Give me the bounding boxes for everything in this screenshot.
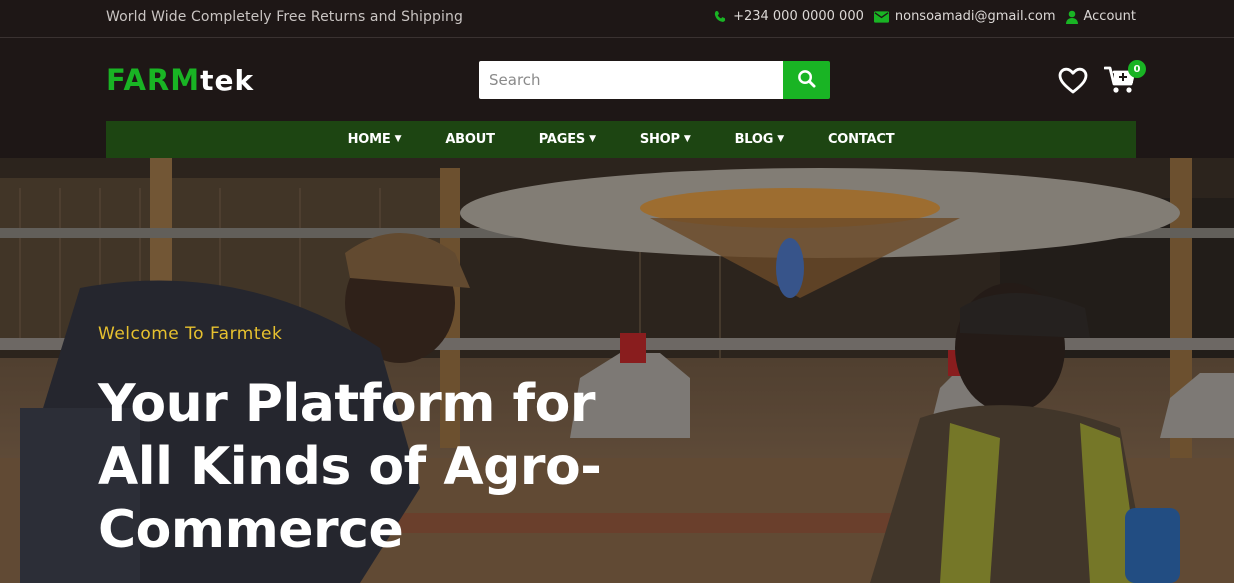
account-link[interactable]: Account [1065,9,1137,24]
nav-item-label: SHOP [639,132,680,147]
hero-banner: Welcome To Farmtek Your Platform for All… [0,158,1234,583]
chevron-down-icon: ▼ [777,134,784,144]
nav-item-label: ABOUT [445,132,495,147]
main-nav: HOME ▼ ABOUT PAGES ▼ SHOP ▼ BLOG ▼ CONTACT [106,121,1136,158]
nav-item-label: BLOG [734,132,774,147]
search-input[interactable] [479,61,783,99]
nav-item-blog[interactable]: BLOG ▼ [713,121,806,158]
phone-contact[interactable]: +234 000 0000 000 [713,9,864,24]
nav-item-contact[interactable]: CONTACT [806,121,916,158]
cart-button[interactable]: 0 [1103,60,1146,99]
top-bar: World Wide Completely Free Returns and S… [0,0,1234,38]
hero-headline: Your Platform for All Kinds of Agro-Comm… [98,374,602,560]
shipping-promo-text: World Wide Completely Free Returns and S… [106,9,463,25]
chevron-down-icon: ▼ [683,134,691,144]
nav-item-about[interactable]: ABOUT [423,121,516,158]
nav-item-home[interactable]: HOME ▼ [326,121,424,158]
chevron-down-icon: ▼ [394,134,402,144]
hero-welcome-text: Welcome To Farmtek [98,324,283,344]
nav-item-label: PAGES [538,132,586,147]
email-address: nonsoamadi@gmail.com [894,9,1056,24]
main-header: FARMtek 0 [0,38,1234,121]
brand-logo-part1: FARM [106,63,201,97]
header-actions: 0 [1058,60,1146,99]
chevron-down-icon: ▼ [589,134,596,144]
nav-item-label: HOME [347,132,391,147]
nav-item-shop[interactable]: SHOP ▼ [618,121,713,158]
brand-logo-part2: tek [200,64,255,97]
search-icon [797,69,816,92]
user-icon [1065,10,1078,24]
nav-item-label: CONTACT [827,132,895,147]
top-contacts: +234 000 0000 000 nonsoamadi@gmail.com A… [713,9,1136,24]
nav-item-pages[interactable]: PAGES ▼ [517,121,618,158]
email-contact[interactable]: nonsoamadi@gmail.com [873,9,1056,24]
cart-icon [1103,66,1138,99]
search-button[interactable] [783,61,830,99]
brand-logo[interactable]: FARMtek [106,63,254,97]
phone-icon [713,10,727,24]
heart-icon[interactable] [1058,67,1088,98]
search-bar [479,61,830,99]
envelope-icon [873,10,889,23]
account-label: Account [1083,9,1137,24]
phone-number: +234 000 0000 000 [733,9,864,24]
cart-count-badge: 0 [1128,60,1146,78]
